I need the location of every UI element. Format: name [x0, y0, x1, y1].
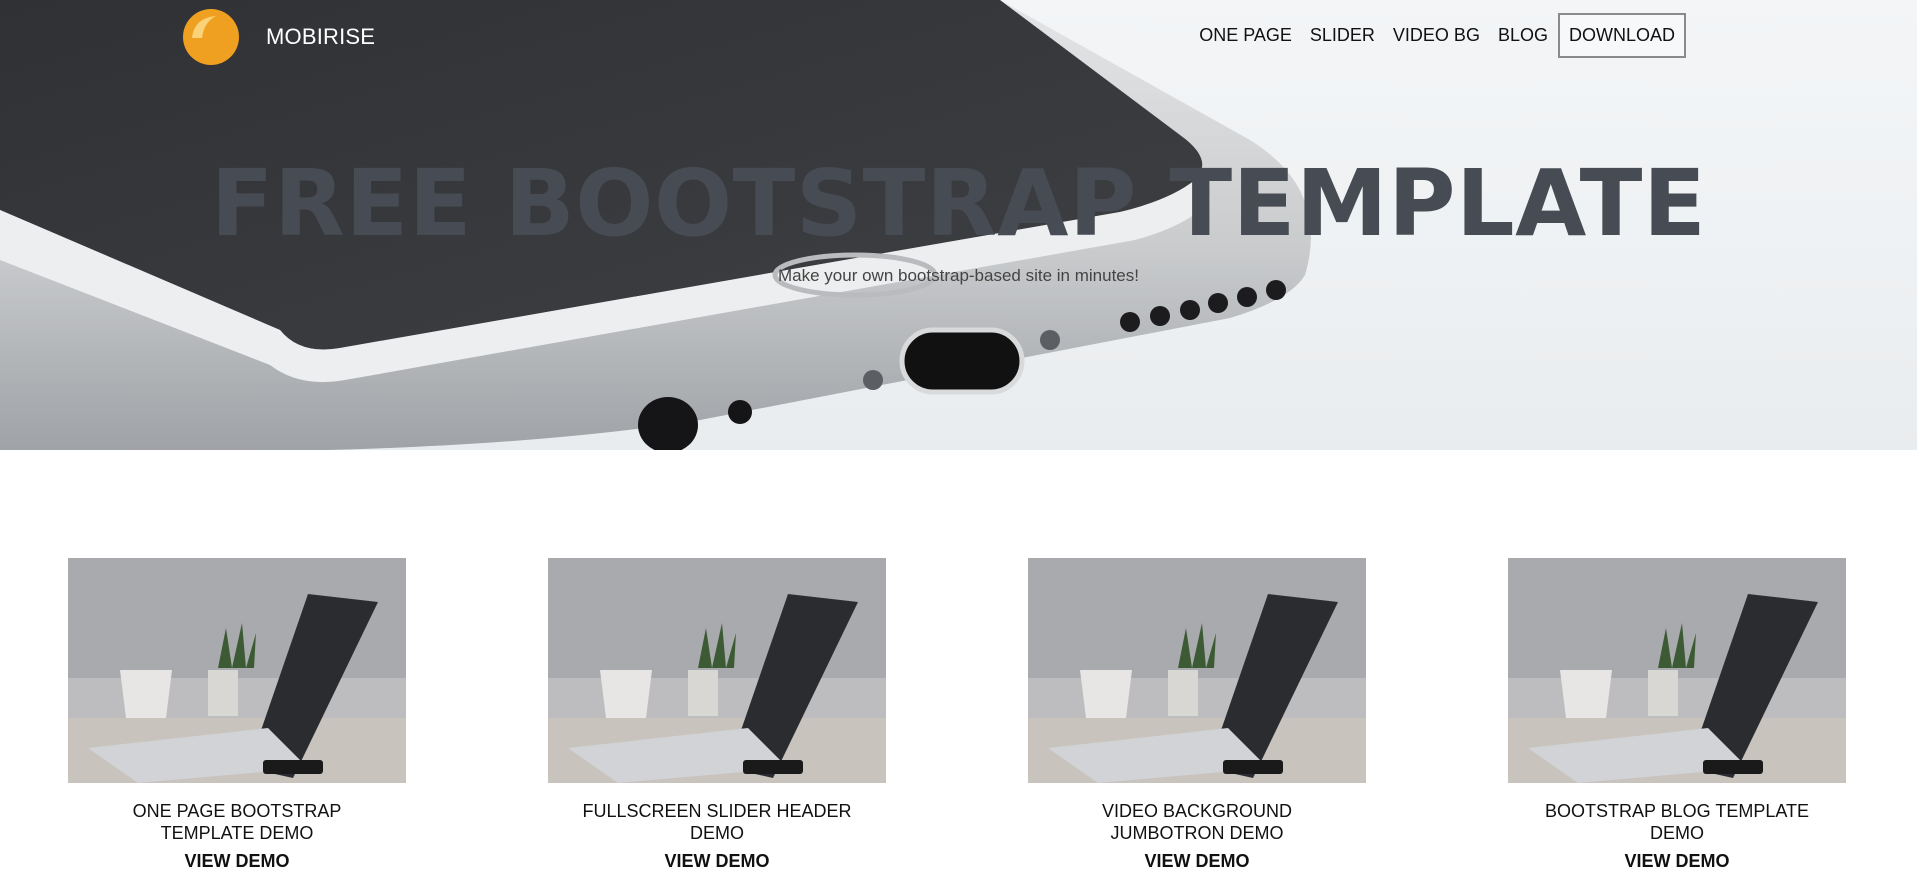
download-button[interactable]: DOWNLOAD: [1557, 13, 1686, 58]
brand-name[interactable]: MOBIRISE: [266, 24, 375, 50]
demo-card-one-page: ONE PAGE BOOTSTRAP TEMPLATE DEMO VIEW DE…: [68, 558, 406, 872]
hero-title: FREE BOOTSTRAP TEMPLATE: [210, 150, 1707, 257]
brand[interactable]: MOBIRISE: [182, 8, 375, 66]
laptop-desk-thumbnail[interactable]: [1028, 558, 1366, 783]
laptop-desk-thumbnail[interactable]: [1508, 558, 1846, 783]
hero-subtitle: Make your own bootstrap-based site in mi…: [778, 266, 1139, 285]
nav-video-bg[interactable]: VIDEO BG: [1393, 25, 1480, 46]
demo-card-video-bg: VIDEO BACKGROUND JUMBOTRON DEMO VIEW DEM…: [1028, 558, 1366, 872]
demo-card-slider: FULLSCREEN SLIDER HEADER DEMO VIEW DEMO: [548, 558, 886, 872]
view-demo-link[interactable]: VIEW DEMO: [1508, 851, 1846, 872]
nav-blog[interactable]: BLOG: [1498, 25, 1548, 46]
view-demo-link[interactable]: VIEW DEMO: [68, 851, 406, 872]
card-title: VIDEO BACKGROUND JUMBOTRON DEMO: [1101, 801, 1293, 843]
nav-one-page[interactable]: ONE PAGE: [1199, 25, 1292, 46]
view-demo-link[interactable]: VIEW DEMO: [1028, 851, 1366, 872]
demo-card-blog: BOOTSTRAP BLOG TEMPLATE DEMO VIEW DEMO: [1508, 558, 1846, 872]
card-title: FULLSCREEN SLIDER HEADER DEMO: [582, 801, 852, 843]
nav-slider[interactable]: SLIDER: [1310, 25, 1375, 46]
view-demo-link[interactable]: VIEW DEMO: [548, 851, 886, 872]
card-title: ONE PAGE BOOTSTRAP TEMPLATE DEMO: [132, 801, 342, 843]
laptop-desk-thumbnail[interactable]: [548, 558, 886, 783]
laptop-desk-thumbnail[interactable]: [68, 558, 406, 783]
mobirise-logo-icon: [183, 9, 239, 65]
card-title: BOOTSTRAP BLOG TEMPLATE DEMO: [1544, 801, 1810, 843]
main-nav: ONE PAGE SLIDER VIDEO BG BLOG DOWNLOAD: [1181, 13, 1686, 58]
hero-section: MOBIRISE ONE PAGE SLIDER VIDEO BG BLOG D…: [0, 0, 1917, 450]
